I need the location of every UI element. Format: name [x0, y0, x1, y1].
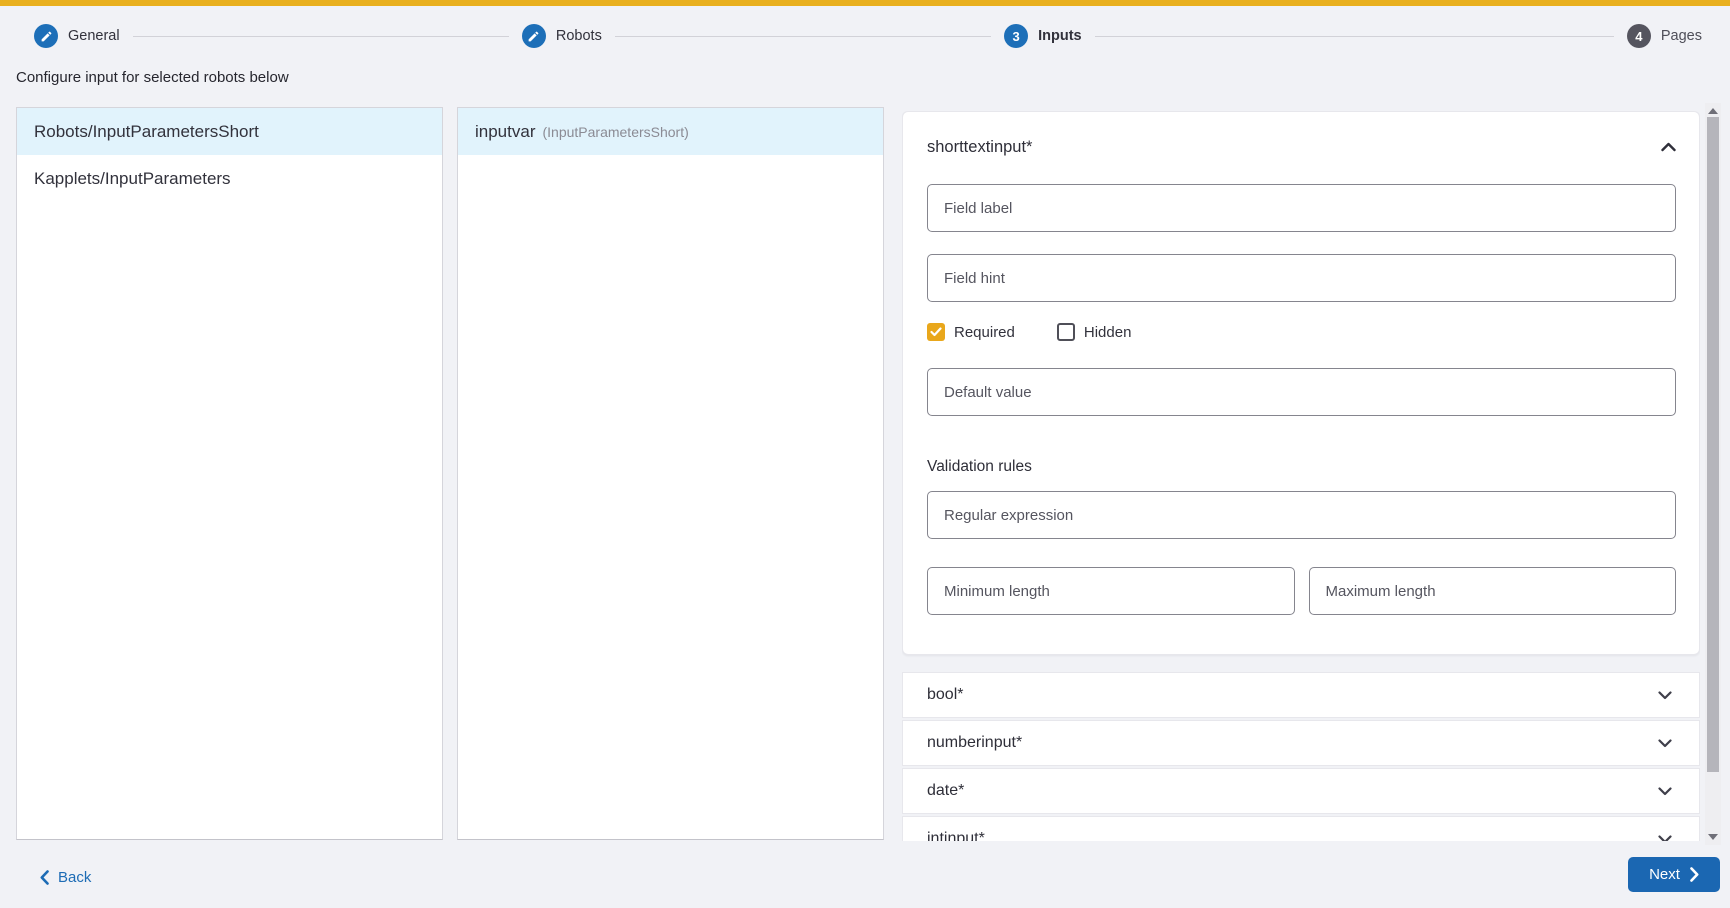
- required-checkbox-group[interactable]: Required: [927, 323, 1015, 341]
- hidden-checkbox-group[interactable]: Hidden: [1056, 323, 1132, 341]
- vertical-scrollbar[interactable]: [1705, 103, 1721, 845]
- required-label: Required: [954, 323, 1015, 341]
- variables-list-panel: inputvar (InputParametersShort): [457, 107, 884, 840]
- next-button[interactable]: Next: [1628, 857, 1720, 892]
- next-label: Next: [1649, 866, 1680, 883]
- step-robots[interactable]: Robots: [521, 24, 602, 48]
- step-general-label: General: [68, 28, 120, 44]
- section-shorttextinput: shorttextinput* Required Hidden Valid: [902, 111, 1700, 655]
- chevron-down-icon: [1658, 690, 1672, 699]
- step-number-badge: 3: [1004, 24, 1029, 48]
- step-pages-label: Pages: [1660, 28, 1702, 44]
- maximum-length-input[interactable]: [1308, 567, 1676, 615]
- default-value-input[interactable]: [927, 368, 1676, 416]
- scroll-up-arrow[interactable]: [1708, 108, 1718, 114]
- collapsed-sections: bool* numberinput* date* intinput*: [902, 672, 1700, 841]
- step-inputs[interactable]: 3 Inputs: [1004, 24, 1082, 48]
- section-date[interactable]: date*: [902, 768, 1700, 814]
- checkbox-row: Required Hidden: [927, 322, 1676, 342]
- robot-name: Robots/InputParametersShort: [34, 121, 259, 141]
- stepper-connector: [614, 35, 992, 37]
- robots-list-panel: Robots/InputParametersShort Kapplets/Inp…: [16, 107, 443, 840]
- section-title: numberinput*: [927, 734, 1023, 751]
- scrollbar-thumb[interactable]: [1707, 117, 1719, 772]
- validation-rules-label: Validation rules: [927, 458, 1032, 475]
- section-bool[interactable]: bool*: [902, 672, 1700, 718]
- section-numberinput[interactable]: numberinput*: [902, 720, 1700, 766]
- robot-list-item[interactable]: Robots/InputParametersShort: [17, 108, 442, 155]
- required-checkbox[interactable]: [927, 323, 945, 341]
- robot-name: Kapplets/InputParameters: [34, 168, 231, 188]
- page-subtitle: Configure input for selected robots belo…: [16, 69, 289, 86]
- step-pages[interactable]: 4 Pages: [1626, 24, 1702, 48]
- robot-list-item[interactable]: Kapplets/InputParameters: [17, 155, 442, 202]
- hidden-checkbox[interactable]: [1056, 323, 1075, 341]
- field-label-input[interactable]: [927, 184, 1676, 232]
- section-intinput[interactable]: intinput*: [902, 816, 1700, 841]
- wizard-stepper: General Robots 3 Inputs 4 Pages: [34, 22, 1702, 50]
- regular-expression-input[interactable]: [927, 491, 1676, 539]
- minimum-length-input[interactable]: [927, 567, 1295, 615]
- step-inputs-label: Inputs: [1038, 28, 1082, 44]
- pencil-icon: [34, 24, 58, 48]
- chevron-down-icon: [1658, 786, 1672, 795]
- chevron-down-icon: [1658, 738, 1672, 747]
- step-general[interactable]: General: [34, 24, 120, 48]
- length-limits-row: [927, 567, 1676, 615]
- chevron-down-icon: [1658, 834, 1672, 841]
- section-title: date*: [927, 782, 965, 799]
- variable-name: inputvar: [475, 121, 536, 141]
- section-header[interactable]: shorttextinput*: [927, 136, 1676, 158]
- scroll-down-arrow[interactable]: [1708, 834, 1718, 840]
- chevron-left-icon: [40, 869, 49, 885]
- section-title: intinput*: [927, 830, 985, 841]
- back-button[interactable]: Back: [40, 866, 91, 888]
- chevron-up-icon: [1661, 142, 1676, 152]
- back-label: Back: [58, 868, 92, 886]
- stepper-connector: [132, 35, 509, 37]
- step-robots-label: Robots: [555, 28, 602, 44]
- chevron-right-icon: [1690, 867, 1699, 882]
- step-number-badge: 4: [1626, 24, 1651, 48]
- field-hint-input[interactable]: [927, 254, 1676, 302]
- hidden-label: Hidden: [1083, 323, 1132, 341]
- variable-type: (InputParametersShort): [542, 123, 689, 140]
- brand-accent-bar: [0, 0, 1730, 6]
- kapplet-wizard-page: General Robots 3 Inputs 4 Pages Configur…: [0, 0, 1730, 908]
- pencil-icon: [521, 24, 546, 48]
- section-title: shorttextinput*: [927, 137, 1033, 156]
- input-config-panel: shorttextinput* Required Hidden Valid: [902, 111, 1700, 841]
- stepper-connector: [1094, 35, 1614, 37]
- section-title: bool*: [927, 686, 964, 703]
- variable-list-item[interactable]: inputvar (InputParametersShort): [458, 108, 883, 155]
